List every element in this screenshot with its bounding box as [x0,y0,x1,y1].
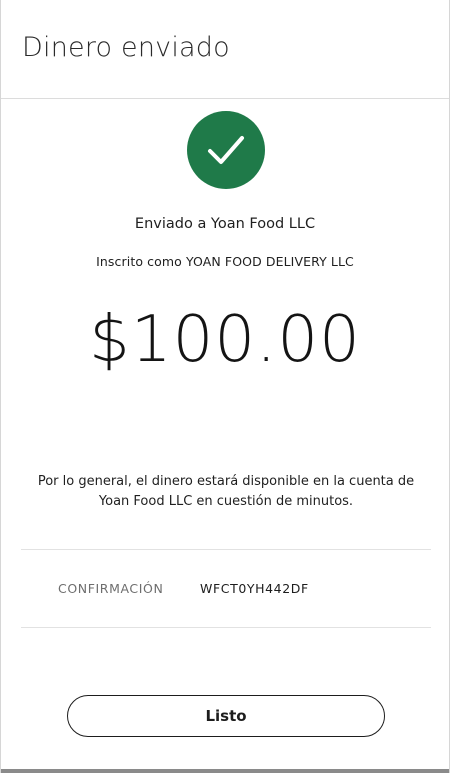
done-button[interactable]: Listo [67,695,385,737]
success-badge [187,111,265,189]
recipient-sent-to: Enviado a Yoan Food LLC [134,216,316,232]
header-bar: Dinero enviado [1,0,449,99]
page-title: Dinero enviado [22,32,230,63]
availability-note: Por lo general, el dinero estará disponi… [37,474,415,509]
divider-bottom [21,627,431,628]
checkmark-icon [208,136,244,164]
payment-confirmation-screen: Dinero enviado Enviado a Yoan Food LLC I… [0,0,450,773]
amount-display: $100.00 [89,303,361,377]
recipient-registered-name: Inscrito como YOAN FOOD DELIVERY LLC [96,254,354,269]
divider-top [21,549,431,550]
confirmation-label: CONFIRMACIÓN [58,581,164,596]
confirmation-code: WFCT0YH442DF [200,581,309,596]
bottom-edge [1,769,449,773]
